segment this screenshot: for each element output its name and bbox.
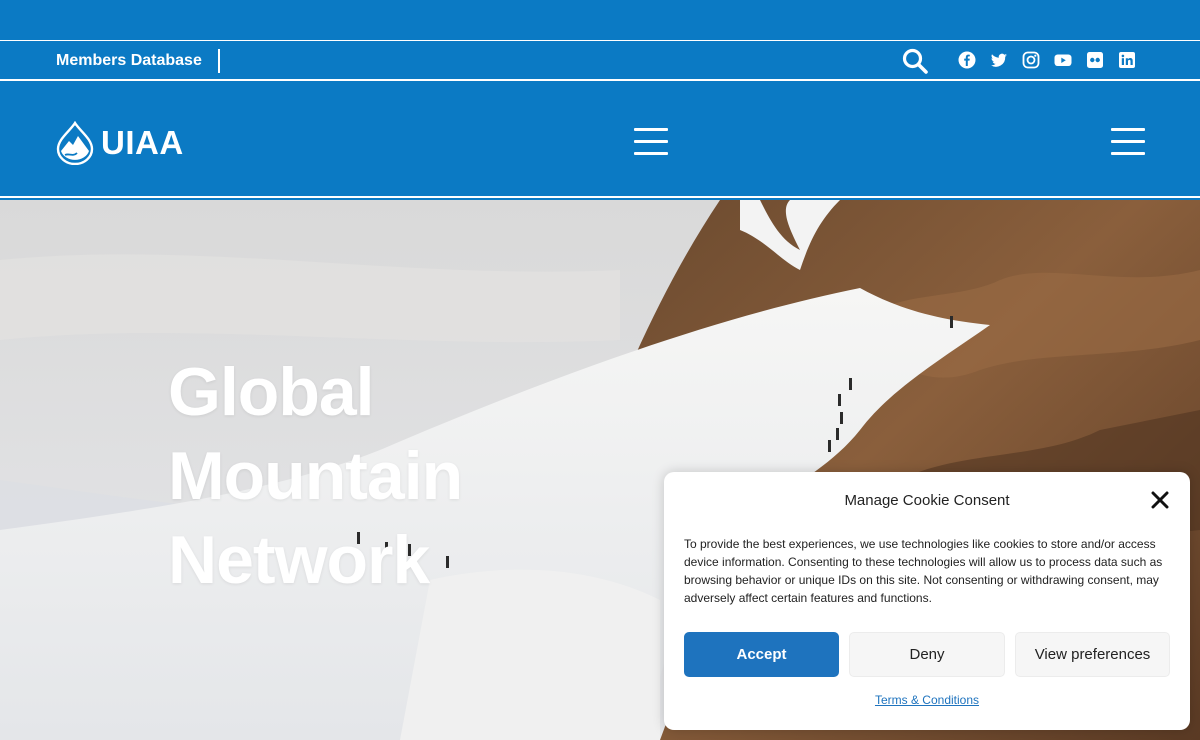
view-preferences-button[interactable]: View preferences: [1015, 632, 1170, 677]
hero-title-line: Network: [168, 522, 430, 598]
uiaa-logo[interactable]: UIAA: [55, 121, 184, 165]
hero-title-line: Global: [168, 354, 375, 430]
main-menu-button[interactable]: [634, 128, 668, 156]
deny-button[interactable]: Deny: [849, 632, 1005, 677]
menu-bar: [634, 140, 668, 143]
menu-bar: [634, 152, 668, 155]
menu-bar: [1111, 140, 1145, 143]
menu-bar: [634, 128, 668, 131]
accept-button[interactable]: Accept: [684, 632, 839, 677]
cookie-dialog-title: Manage Cookie Consent: [844, 492, 1010, 509]
menu-bar: [1111, 152, 1145, 155]
members-database-link[interactable]: Members Database: [56, 52, 202, 70]
search-icon[interactable]: [902, 48, 928, 74]
site-header: UIAA: [0, 81, 1200, 198]
twitter-icon[interactable]: [990, 51, 1008, 69]
cookie-consent-dialog: Manage Cookie Consent To provide the bes…: [664, 472, 1190, 730]
utility-divider: [218, 49, 220, 73]
social-links: [958, 51, 1136, 69]
top-strip: [0, 0, 1200, 40]
cookie-dialog-message: To provide the best experiences, we use …: [684, 537, 1163, 605]
hero-title: Global Mountain Network: [168, 350, 463, 602]
logo-text: UIAA: [101, 124, 184, 161]
side-menu-button[interactable]: [1111, 128, 1145, 156]
terms-conditions-link[interactable]: Terms & Conditions: [664, 693, 1190, 707]
facebook-icon[interactable]: [958, 51, 976, 69]
instagram-icon[interactable]: [1022, 51, 1040, 69]
flickr-icon[interactable]: [1086, 51, 1104, 69]
youtube-icon[interactable]: [1054, 51, 1072, 69]
utility-bar: Members Database: [0, 40, 1200, 81]
mountain-drop-icon: [56, 121, 94, 165]
linkedin-icon[interactable]: [1118, 51, 1136, 69]
close-icon[interactable]: [1150, 490, 1170, 510]
menu-bar: [1111, 128, 1145, 131]
hero-title-line: Mountain: [168, 438, 463, 514]
